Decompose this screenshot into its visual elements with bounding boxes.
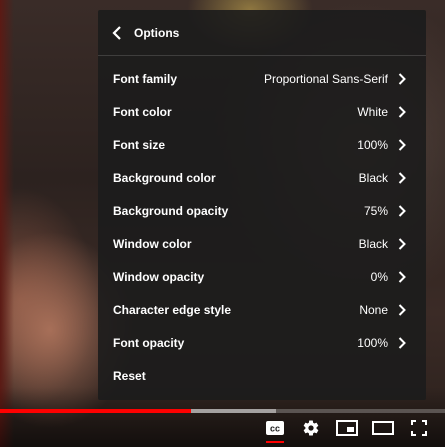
- chevron-right-icon: [398, 138, 406, 151]
- chevron-left-icon: [112, 25, 122, 40]
- chevron-right-icon: [398, 237, 406, 250]
- menu-item-label: Window color: [113, 236, 192, 251]
- chevron-right-icon: [398, 72, 406, 85]
- chevron-right-icon: [398, 105, 406, 118]
- menu-item-value: 100%: [357, 335, 388, 350]
- menu-item-label: Background opacity: [113, 203, 229, 218]
- subtitle-options-menu: Options Font family Proportional Sans-Se…: [98, 10, 426, 400]
- miniplayer-button[interactable]: [329, 415, 365, 445]
- gear-icon: [302, 419, 320, 442]
- chevron-right-icon: [398, 171, 406, 184]
- video-left-edge: [0, 0, 14, 447]
- subtitles-active-indicator: [266, 441, 284, 443]
- chevron-right-icon: [398, 336, 406, 349]
- menu-title: Options: [134, 25, 180, 40]
- chevron-right-icon: [398, 204, 406, 217]
- miniplayer-icon: [336, 419, 358, 441]
- fullscreen-icon: [411, 419, 427, 441]
- menu-item-value: 100%: [357, 137, 388, 152]
- menu-item-font-opacity[interactable]: Font opacity 100%: [98, 326, 426, 359]
- menu-item-background-opacity[interactable]: Background opacity 75%: [98, 194, 426, 227]
- menu-item-label: Background color: [113, 170, 216, 185]
- menu-item-value: None: [359, 302, 388, 317]
- closed-captions-icon: cc: [266, 420, 284, 440]
- menu-item-window-color[interactable]: Window color Black: [98, 227, 426, 260]
- video-progress-bar[interactable]: [0, 409, 445, 413]
- svg-text:cc: cc: [270, 423, 280, 433]
- settings-button[interactable]: [293, 415, 329, 445]
- menu-item-label: Font color: [113, 104, 172, 119]
- menu-item-font-size[interactable]: Font size 100%: [98, 128, 426, 161]
- menu-item-character-edge-style[interactable]: Character edge style None: [98, 293, 426, 326]
- menu-item-label: Character edge style: [113, 302, 232, 317]
- subtitles-button[interactable]: cc: [257, 415, 293, 445]
- menu-item-label: Reset: [113, 368, 146, 383]
- menu-item-window-opacity[interactable]: Window opacity 0%: [98, 260, 426, 293]
- menu-item-font-color[interactable]: Font color White: [98, 95, 426, 128]
- menu-item-value: White: [357, 104, 388, 119]
- fullscreen-button[interactable]: [401, 415, 437, 445]
- progress-played: [0, 409, 192, 413]
- player-controls: cc: [257, 415, 437, 445]
- theater-mode-button[interactable]: [365, 415, 401, 445]
- menu-item-background-color[interactable]: Background color Black: [98, 161, 426, 194]
- menu-item-reset[interactable]: Reset: [98, 359, 426, 392]
- theater-mode-icon: [372, 420, 394, 440]
- menu-item-value: Black: [358, 170, 388, 185]
- chevron-right-icon: [398, 270, 406, 283]
- menu-item-label: Font family: [113, 71, 178, 86]
- menu-item-value: Black: [358, 236, 388, 251]
- menu-item-value: 75%: [363, 203, 388, 218]
- menu-item-label: Font size: [113, 137, 166, 152]
- menu-item-label: Font opacity: [113, 335, 185, 350]
- menu-item-value: 0%: [370, 269, 388, 284]
- options-list: Font family Proportional Sans-Serif Font…: [98, 56, 426, 392]
- options-back-button[interactable]: Options: [98, 10, 426, 56]
- menu-item-font-family[interactable]: Font family Proportional Sans-Serif: [98, 62, 426, 95]
- menu-item-value: Proportional Sans-Serif: [263, 71, 388, 86]
- chevron-right-icon: [398, 303, 406, 316]
- menu-item-label: Window opacity: [113, 269, 205, 284]
